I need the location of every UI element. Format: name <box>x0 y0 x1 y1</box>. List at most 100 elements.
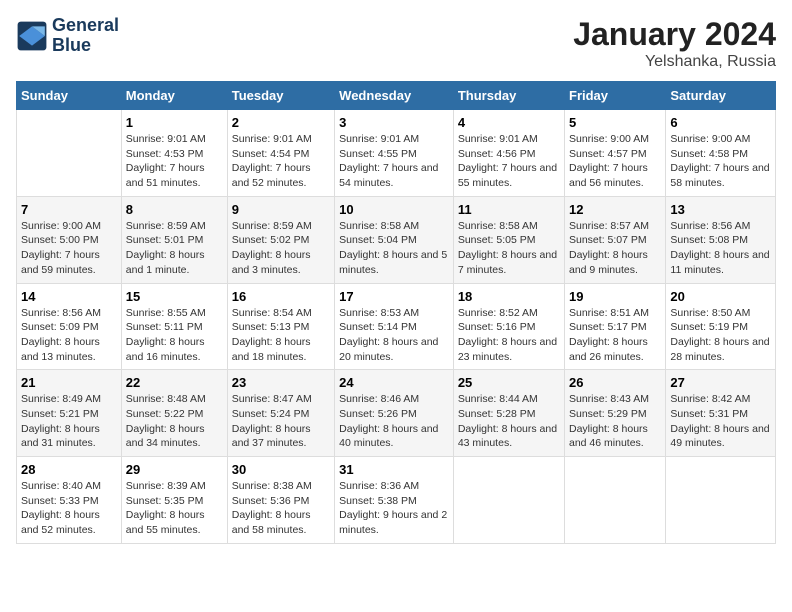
day-info: Sunrise: 8:59 AM Sunset: 5:02 PM Dayligh… <box>232 219 330 278</box>
calendar-cell: 10 Sunrise: 8:58 AM Sunset: 5:04 PM Dayl… <box>335 196 454 283</box>
calendar-cell: 4 Sunrise: 9:01 AM Sunset: 4:56 PM Dayli… <box>453 110 564 197</box>
day-number: 24 <box>339 375 449 390</box>
weekday-header-monday: Monday <box>121 82 227 110</box>
calendar-cell <box>666 457 776 544</box>
day-info: Sunrise: 8:47 AM Sunset: 5:24 PM Dayligh… <box>232 392 330 451</box>
day-info: Sunrise: 8:36 AM Sunset: 5:38 PM Dayligh… <box>339 479 449 538</box>
day-info: Sunrise: 8:59 AM Sunset: 5:01 PM Dayligh… <box>126 219 223 278</box>
logo-text: General Blue <box>52 16 119 56</box>
day-number: 4 <box>458 115 560 130</box>
day-info: Sunrise: 8:39 AM Sunset: 5:35 PM Dayligh… <box>126 479 223 538</box>
calendar-cell: 8 Sunrise: 8:59 AM Sunset: 5:01 PM Dayli… <box>121 196 227 283</box>
day-number: 29 <box>126 462 223 477</box>
calendar-week-4: 21 Sunrise: 8:49 AM Sunset: 5:21 PM Dayl… <box>17 370 776 457</box>
day-number: 30 <box>232 462 330 477</box>
calendar-week-1: 1 Sunrise: 9:01 AM Sunset: 4:53 PM Dayli… <box>17 110 776 197</box>
day-number: 14 <box>21 289 117 304</box>
calendar-cell: 3 Sunrise: 9:01 AM Sunset: 4:55 PM Dayli… <box>335 110 454 197</box>
day-info: Sunrise: 8:53 AM Sunset: 5:14 PM Dayligh… <box>339 306 449 365</box>
day-info: Sunrise: 8:56 AM Sunset: 5:08 PM Dayligh… <box>670 219 771 278</box>
day-info: Sunrise: 8:48 AM Sunset: 5:22 PM Dayligh… <box>126 392 223 451</box>
day-info: Sunrise: 8:40 AM Sunset: 5:33 PM Dayligh… <box>21 479 117 538</box>
calendar-cell: 19 Sunrise: 8:51 AM Sunset: 5:17 PM Dayl… <box>565 283 666 370</box>
day-info: Sunrise: 9:00 AM Sunset: 5:00 PM Dayligh… <box>21 219 117 278</box>
calendar-cell: 18 Sunrise: 8:52 AM Sunset: 5:16 PM Dayl… <box>453 283 564 370</box>
logo: General Blue <box>16 16 119 56</box>
calendar-cell: 25 Sunrise: 8:44 AM Sunset: 5:28 PM Dayl… <box>453 370 564 457</box>
day-info: Sunrise: 9:01 AM Sunset: 4:53 PM Dayligh… <box>126 132 223 191</box>
calendar-table: SundayMondayTuesdayWednesdayThursdayFrid… <box>16 81 776 544</box>
weekday-header-friday: Friday <box>565 82 666 110</box>
calendar-week-3: 14 Sunrise: 8:56 AM Sunset: 5:09 PM Dayl… <box>17 283 776 370</box>
calendar-cell <box>17 110 122 197</box>
day-info: Sunrise: 8:58 AM Sunset: 5:04 PM Dayligh… <box>339 219 449 278</box>
calendar-cell: 31 Sunrise: 8:36 AM Sunset: 5:38 PM Dayl… <box>335 457 454 544</box>
day-number: 1 <box>126 115 223 130</box>
page-subtitle: Yelshanka, Russia <box>573 53 776 71</box>
day-info: Sunrise: 8:50 AM Sunset: 5:19 PM Dayligh… <box>670 306 771 365</box>
calendar-cell: 1 Sunrise: 9:01 AM Sunset: 4:53 PM Dayli… <box>121 110 227 197</box>
day-number: 21 <box>21 375 117 390</box>
weekday-header-sunday: Sunday <box>17 82 122 110</box>
calendar-week-2: 7 Sunrise: 9:00 AM Sunset: 5:00 PM Dayli… <box>17 196 776 283</box>
day-number: 8 <box>126 202 223 217</box>
title-block: January 2024 Yelshanka, Russia <box>573 16 776 71</box>
day-info: Sunrise: 9:01 AM Sunset: 4:55 PM Dayligh… <box>339 132 449 191</box>
calendar-cell: 22 Sunrise: 8:48 AM Sunset: 5:22 PM Dayl… <box>121 370 227 457</box>
day-number: 5 <box>569 115 661 130</box>
weekday-header-row: SundayMondayTuesdayWednesdayThursdayFrid… <box>17 82 776 110</box>
day-info: Sunrise: 9:01 AM Sunset: 4:56 PM Dayligh… <box>458 132 560 191</box>
calendar-week-5: 28 Sunrise: 8:40 AM Sunset: 5:33 PM Dayl… <box>17 457 776 544</box>
day-number: 3 <box>339 115 449 130</box>
weekday-header-thursday: Thursday <box>453 82 564 110</box>
day-info: Sunrise: 9:01 AM Sunset: 4:54 PM Dayligh… <box>232 132 330 191</box>
day-info: Sunrise: 8:38 AM Sunset: 5:36 PM Dayligh… <box>232 479 330 538</box>
day-info: Sunrise: 8:52 AM Sunset: 5:16 PM Dayligh… <box>458 306 560 365</box>
page-title: January 2024 <box>573 16 776 53</box>
day-number: 10 <box>339 202 449 217</box>
day-number: 12 <box>569 202 661 217</box>
day-number: 16 <box>232 289 330 304</box>
calendar-cell: 30 Sunrise: 8:38 AM Sunset: 5:36 PM Dayl… <box>227 457 334 544</box>
weekday-header-tuesday: Tuesday <box>227 82 334 110</box>
calendar-cell: 11 Sunrise: 8:58 AM Sunset: 5:05 PM Dayl… <box>453 196 564 283</box>
day-number: 15 <box>126 289 223 304</box>
calendar-cell: 6 Sunrise: 9:00 AM Sunset: 4:58 PM Dayli… <box>666 110 776 197</box>
calendar-cell <box>453 457 564 544</box>
calendar-cell: 27 Sunrise: 8:42 AM Sunset: 5:31 PM Dayl… <box>666 370 776 457</box>
day-number: 25 <box>458 375 560 390</box>
day-info: Sunrise: 8:44 AM Sunset: 5:28 PM Dayligh… <box>458 392 560 451</box>
day-number: 31 <box>339 462 449 477</box>
calendar-cell: 23 Sunrise: 8:47 AM Sunset: 5:24 PM Dayl… <box>227 370 334 457</box>
day-info: Sunrise: 8:57 AM Sunset: 5:07 PM Dayligh… <box>569 219 661 278</box>
weekday-header-saturday: Saturday <box>666 82 776 110</box>
day-info: Sunrise: 8:43 AM Sunset: 5:29 PM Dayligh… <box>569 392 661 451</box>
day-number: 23 <box>232 375 330 390</box>
day-number: 11 <box>458 202 560 217</box>
weekday-header-wednesday: Wednesday <box>335 82 454 110</box>
day-info: Sunrise: 8:51 AM Sunset: 5:17 PM Dayligh… <box>569 306 661 365</box>
day-number: 19 <box>569 289 661 304</box>
day-info: Sunrise: 8:56 AM Sunset: 5:09 PM Dayligh… <box>21 306 117 365</box>
calendar-cell: 7 Sunrise: 9:00 AM Sunset: 5:00 PM Dayli… <box>17 196 122 283</box>
day-info: Sunrise: 8:58 AM Sunset: 5:05 PM Dayligh… <box>458 219 560 278</box>
day-number: 6 <box>670 115 771 130</box>
day-info: Sunrise: 8:49 AM Sunset: 5:21 PM Dayligh… <box>21 392 117 451</box>
day-number: 13 <box>670 202 771 217</box>
day-info: Sunrise: 9:00 AM Sunset: 4:58 PM Dayligh… <box>670 132 771 191</box>
calendar-cell: 2 Sunrise: 9:01 AM Sunset: 4:54 PM Dayli… <box>227 110 334 197</box>
calendar-cell: 5 Sunrise: 9:00 AM Sunset: 4:57 PM Dayli… <box>565 110 666 197</box>
page-header: General Blue January 2024 Yelshanka, Rus… <box>16 16 776 71</box>
calendar-cell: 20 Sunrise: 8:50 AM Sunset: 5:19 PM Dayl… <box>666 283 776 370</box>
calendar-cell: 9 Sunrise: 8:59 AM Sunset: 5:02 PM Dayli… <box>227 196 334 283</box>
calendar-cell: 26 Sunrise: 8:43 AM Sunset: 5:29 PM Dayl… <box>565 370 666 457</box>
calendar-cell: 28 Sunrise: 8:40 AM Sunset: 5:33 PM Dayl… <box>17 457 122 544</box>
day-number: 28 <box>21 462 117 477</box>
day-number: 7 <box>21 202 117 217</box>
day-number: 26 <box>569 375 661 390</box>
calendar-cell: 12 Sunrise: 8:57 AM Sunset: 5:07 PM Dayl… <box>565 196 666 283</box>
day-info: Sunrise: 9:00 AM Sunset: 4:57 PM Dayligh… <box>569 132 661 191</box>
day-number: 17 <box>339 289 449 304</box>
calendar-cell: 13 Sunrise: 8:56 AM Sunset: 5:08 PM Dayl… <box>666 196 776 283</box>
day-number: 22 <box>126 375 223 390</box>
